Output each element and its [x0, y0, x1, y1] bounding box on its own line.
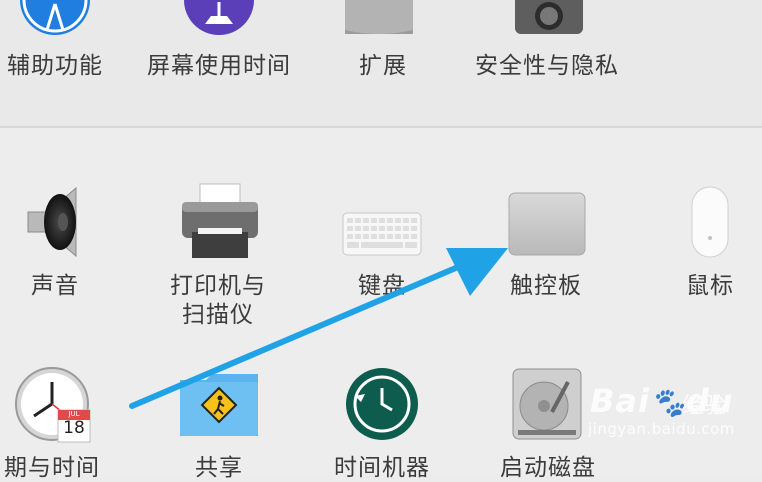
watermark-jingyan: 经验 [682, 394, 727, 419]
baidu-watermark: Bai🐾du 经验 jingyan.baidu.com [582, 382, 752, 442]
watermark-url: jingyan.baidu.com [588, 420, 735, 438]
